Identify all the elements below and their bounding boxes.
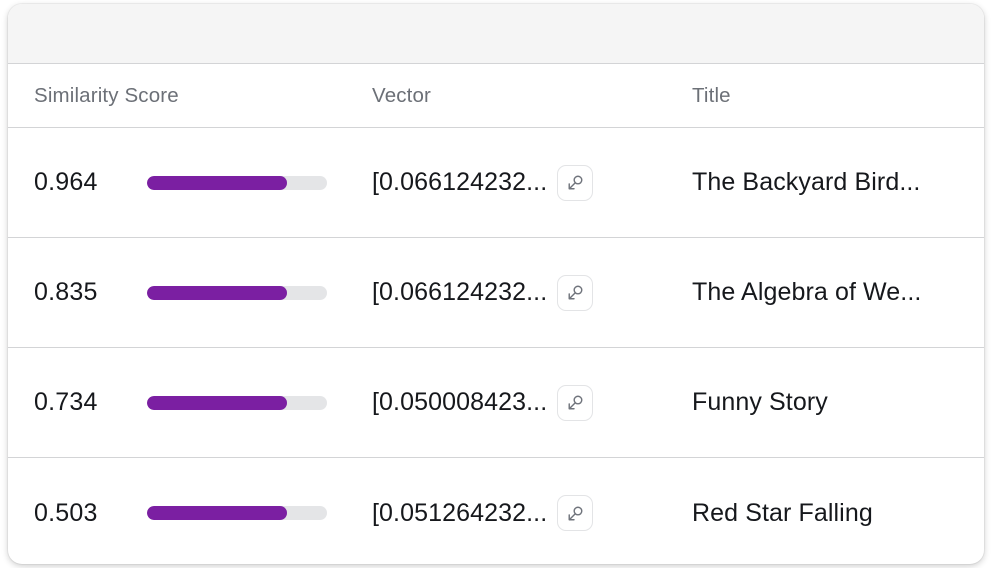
- column-header-title[interactable]: Title: [678, 84, 976, 108]
- cell-similarity-score: 0.964: [8, 168, 360, 197]
- vector-value: [0.066124232...: [372, 168, 548, 196]
- similarity-score-bar: [147, 285, 327, 300]
- similarity-score-bar: [147, 506, 327, 520]
- cell-similarity-score: 0.734: [8, 388, 360, 417]
- table-body: 0.964 [0.066124232... The Backyard Bird.…: [8, 128, 984, 564]
- zoom-expand-icon: [566, 393, 585, 412]
- zoom-expand-icon: [566, 173, 585, 192]
- similarity-score-value: 0.503: [34, 498, 98, 527]
- similarity-score-bar-fill: [147, 506, 288, 520]
- similarity-results-table: Similarity Score Vector Title 0.964 [0.0…: [8, 64, 984, 564]
- similarity-score-bar-fill: [147, 395, 288, 410]
- table-row[interactable]: 0.503 [0.051264232... Red Star Falling: [8, 458, 984, 564]
- cell-similarity-score: 0.503: [8, 499, 360, 528]
- similarity-score-bar: [147, 175, 327, 190]
- table-row[interactable]: 0.964 [0.066124232... The Backyard Bird.…: [8, 128, 984, 238]
- title-value: The Algebra of We...: [692, 278, 922, 306]
- cell-title: Funny Story: [678, 388, 976, 417]
- similarity-score-value: 0.734: [34, 388, 98, 416]
- vector-value: [0.051264232...: [372, 498, 548, 527]
- column-header-vector[interactable]: Vector: [360, 84, 678, 108]
- similarity-score-bar-fill: [147, 285, 288, 300]
- title-value: Funny Story: [692, 388, 828, 416]
- results-table-card: Similarity Score Vector Title 0.964 [0.0…: [8, 4, 984, 564]
- cell-vector: [0.066124232...: [360, 274, 678, 311]
- title-value: The Backyard Bird...: [692, 168, 921, 196]
- column-header-similarity-score[interactable]: Similarity Score: [8, 84, 360, 108]
- similarity-score-bar: [147, 395, 327, 410]
- vector-value: [0.050008423...: [372, 388, 548, 416]
- table-toolbar: [8, 4, 984, 64]
- similarity-score-bar-fill: [147, 175, 288, 190]
- vector-expand-button[interactable]: [557, 274, 594, 311]
- table-row[interactable]: 0.835 [0.066124232... The Algebra of We.…: [8, 238, 984, 348]
- vector-value: [0.066124232...: [372, 278, 548, 306]
- table-row[interactable]: 0.734 [0.050008423... Funny Story: [8, 348, 984, 458]
- similarity-score-value: 0.835: [34, 278, 98, 306]
- vector-expand-button[interactable]: [557, 384, 594, 421]
- cell-vector: [0.066124232...: [360, 164, 678, 201]
- similarity-score-value: 0.964: [34, 168, 98, 196]
- cell-title: The Algebra of We...: [678, 278, 976, 307]
- zoom-expand-icon: [566, 283, 585, 302]
- vector-expand-button[interactable]: [557, 495, 594, 531]
- vector-expand-button[interactable]: [557, 164, 594, 201]
- cell-similarity-score: 0.835: [8, 278, 360, 307]
- zoom-expand-icon: [566, 504, 585, 523]
- table-header-row: Similarity Score Vector Title: [8, 64, 984, 128]
- cell-vector: [0.050008423...: [360, 384, 678, 421]
- cell-title: The Backyard Bird...: [678, 168, 976, 197]
- title-value: Red Star Falling: [692, 498, 873, 527]
- cell-title: Red Star Falling: [678, 499, 976, 528]
- cell-vector: [0.051264232...: [360, 495, 678, 531]
